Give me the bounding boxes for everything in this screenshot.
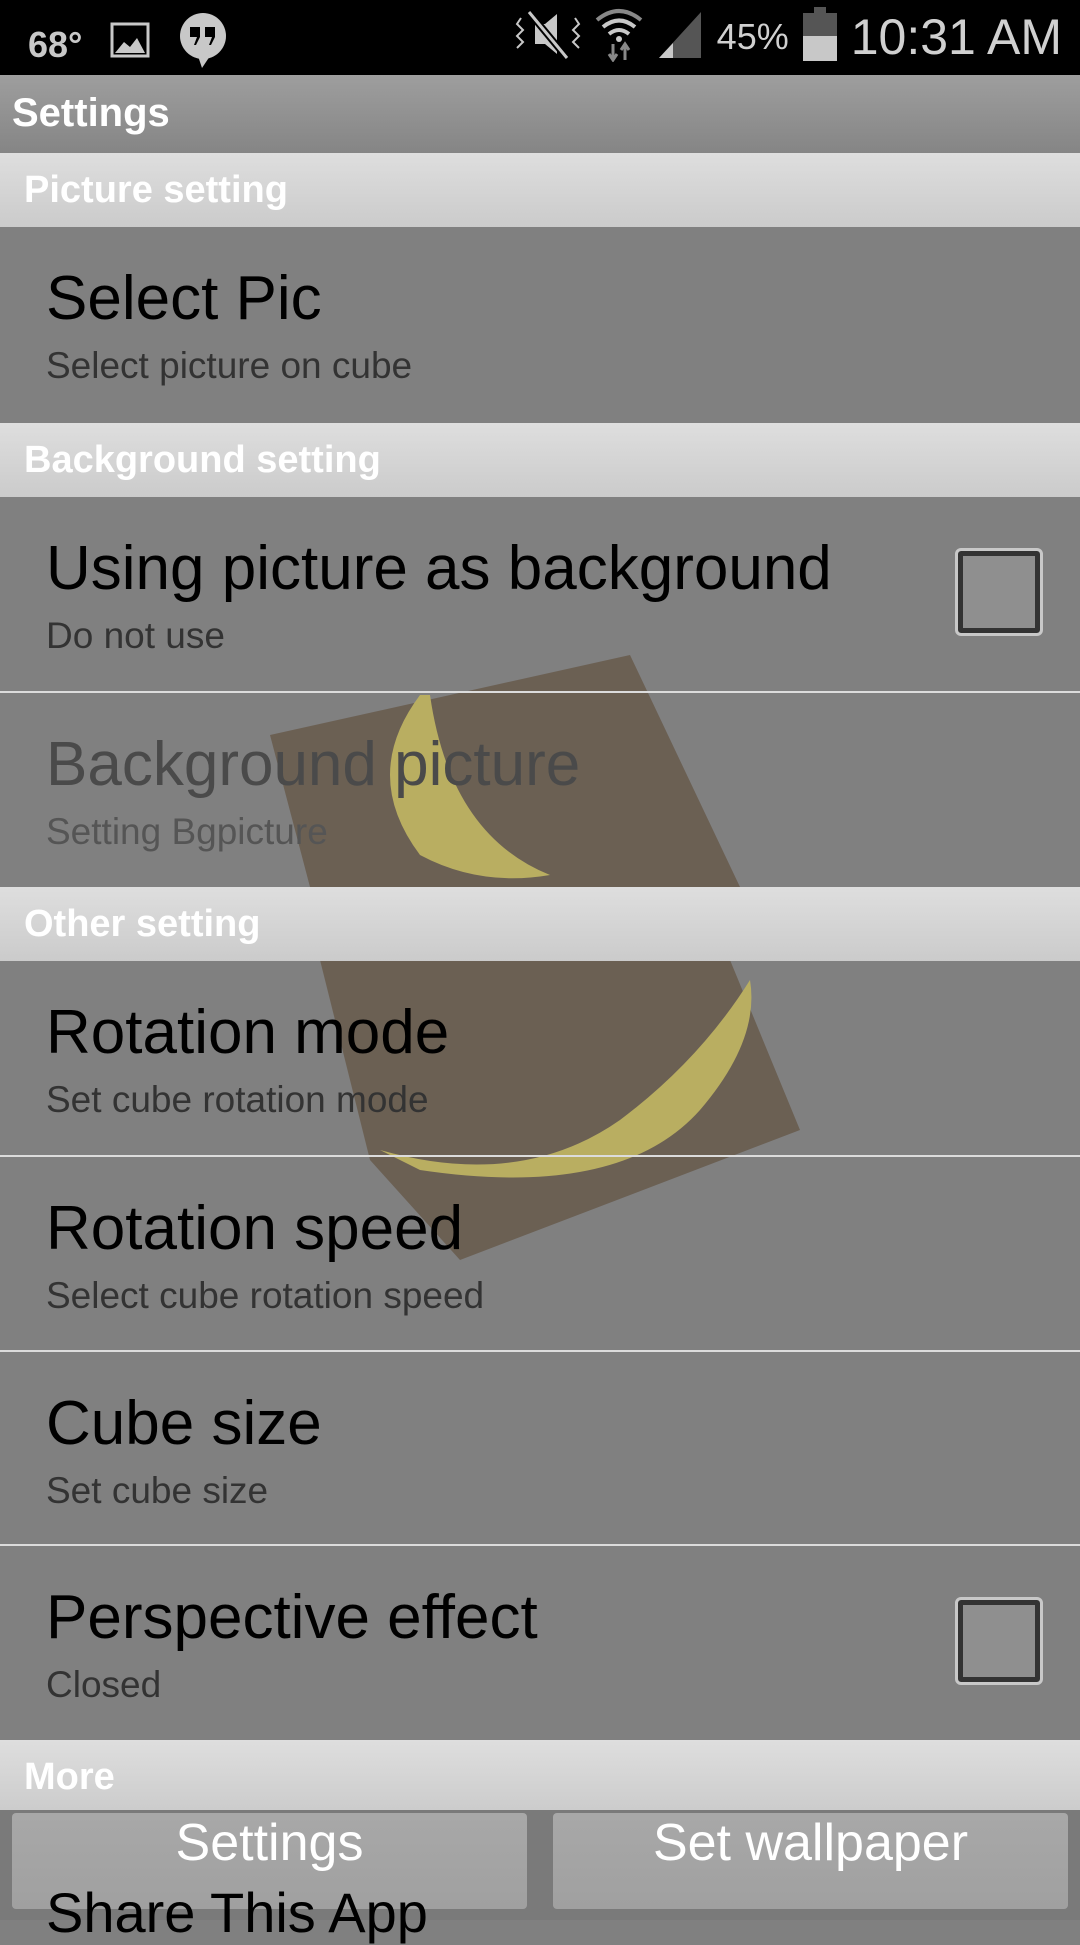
signal-icon bbox=[657, 8, 703, 65]
category-other-setting: Other setting bbox=[0, 887, 1080, 961]
pref-cube-size[interactable]: Cube size Set cube size bbox=[0, 1352, 1080, 1546]
settings-button-label: Settings bbox=[175, 1814, 364, 1872]
hangouts-icon bbox=[178, 12, 228, 77]
pref-rotation-mode[interactable]: Rotation mode Set cube rotation mode bbox=[0, 961, 1080, 1155]
background-checkbox[interactable] bbox=[955, 548, 1043, 636]
pref-summary: Select picture on cube bbox=[46, 345, 413, 386]
pref-summary: Select cube rotation speed bbox=[46, 1275, 485, 1316]
pref-using-picture-as-background[interactable]: Using picture as background Do not use bbox=[0, 497, 1080, 691]
pref-title: Select Pic bbox=[46, 264, 322, 333]
temperature: 68° bbox=[28, 23, 83, 65]
category-label: Other setting bbox=[24, 903, 261, 945]
pref-select-pic[interactable]: Select Pic Select picture on cube bbox=[0, 227, 1080, 421]
category-more: More bbox=[0, 1740, 1080, 1814]
pref-title: Cube size bbox=[46, 1389, 322, 1458]
wifi-icon bbox=[595, 6, 643, 67]
pref-summary: Do not use bbox=[46, 615, 225, 656]
pref-rotation-speed[interactable]: Rotation speed Select cube rotation spee… bbox=[0, 1157, 1080, 1351]
pref-summary: Set cube size bbox=[46, 1470, 269, 1511]
status-bar: 68° 45% 10:31 AM bbox=[0, 0, 1080, 75]
clock: 10:31 AM bbox=[850, 8, 1062, 65]
pref-title: Using picture as background bbox=[46, 534, 832, 603]
title-bar: Settings bbox=[0, 75, 1080, 153]
category-label: Picture setting bbox=[24, 169, 288, 211]
pref-summary: Closed bbox=[46, 1664, 162, 1705]
category-background-setting: Background setting bbox=[0, 423, 1080, 497]
battery-icon bbox=[802, 7, 837, 66]
pref-share-this-app[interactable]: Share This App bbox=[46, 1880, 428, 1945]
category-picture-setting: Picture setting bbox=[0, 153, 1080, 227]
pref-summary: Setting Bgpicture bbox=[46, 811, 328, 852]
pref-summary: Set cube rotation mode bbox=[46, 1079, 429, 1120]
category-label: Background setting bbox=[24, 439, 381, 481]
category-label: More bbox=[24, 1756, 115, 1798]
perspective-checkbox[interactable] bbox=[955, 1597, 1043, 1685]
set-wallpaper-button-label: Set wallpaper bbox=[652, 1814, 969, 1872]
pref-title: Background picture bbox=[46, 730, 581, 799]
page-title: Settings bbox=[12, 91, 170, 135]
gallery-icon bbox=[110, 22, 150, 67]
pref-background-picture: Background picture Setting Bgpicture bbox=[0, 693, 1080, 887]
pref-title: Perspective effect bbox=[46, 1583, 538, 1652]
vibrate-mute-icon bbox=[515, 6, 581, 67]
pref-title: Rotation mode bbox=[46, 998, 450, 1067]
pref-title: Rotation speed bbox=[46, 1194, 464, 1263]
battery-percent: 45% bbox=[716, 15, 789, 57]
set-wallpaper-button[interactable]: Set wallpaper bbox=[553, 1813, 1068, 1909]
pref-perspective-effect[interactable]: Perspective effect Closed bbox=[0, 1546, 1080, 1740]
